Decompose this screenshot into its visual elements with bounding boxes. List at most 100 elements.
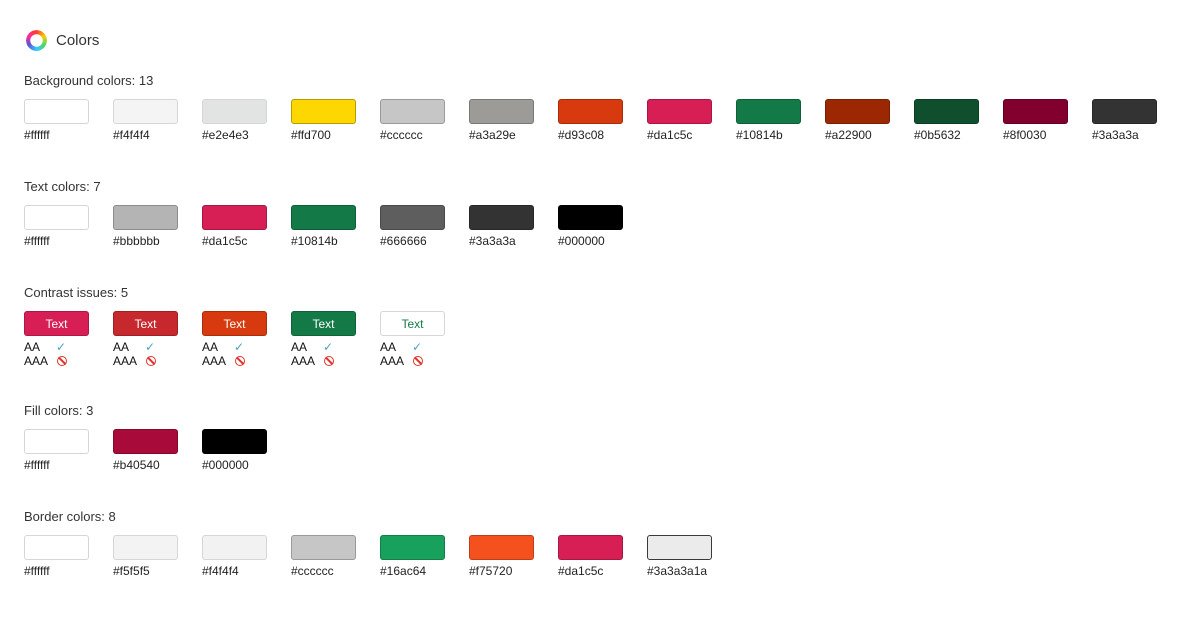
color-swatch[interactable] xyxy=(736,99,801,124)
page-header: Colors xyxy=(26,29,99,51)
color-swatch[interactable] xyxy=(291,205,356,230)
color-swatch[interactable] xyxy=(113,429,178,454)
contrast-sample[interactable]: Text xyxy=(380,311,445,336)
color-hex-label: #cccccc xyxy=(380,128,423,142)
color-swatch-item[interactable]: #e2e4e3 xyxy=(202,99,291,142)
color-swatch-item[interactable]: #3a3a3a xyxy=(469,205,558,248)
color-hex-label: #b40540 xyxy=(113,458,160,472)
color-swatch-item[interactable]: #da1c5c xyxy=(202,205,291,248)
rating-label: AAA xyxy=(291,354,316,368)
color-swatch[interactable] xyxy=(113,99,178,124)
rating-label: AAA xyxy=(380,354,405,368)
color-swatch-item[interactable]: #f4f4f4 xyxy=(113,99,202,142)
section-title: Contrast issues: 5 xyxy=(24,285,129,300)
color-swatch[interactable] xyxy=(24,429,89,454)
color-swatch-item[interactable]: #10814b xyxy=(736,99,825,142)
color-swatch[interactable] xyxy=(113,535,178,560)
color-swatch-item[interactable]: #cccccc xyxy=(380,99,469,142)
prohibited-icon xyxy=(413,356,423,366)
color-swatch[interactable] xyxy=(469,205,534,230)
color-swatch-item[interactable]: #10814b xyxy=(291,205,380,248)
color-hex-label: #f4f4f4 xyxy=(202,564,239,578)
color-hex-label: #d93c08 xyxy=(558,128,605,142)
color-swatch-item[interactable]: #ffffff xyxy=(24,535,113,578)
color-swatch[interactable] xyxy=(113,205,178,230)
rating-label: AA xyxy=(380,340,397,354)
color-swatch[interactable] xyxy=(24,205,89,230)
color-hex-label: #ffffff xyxy=(24,234,50,248)
contrast-sample[interactable]: Text xyxy=(113,311,178,336)
color-swatch[interactable] xyxy=(380,205,445,230)
aaa-rating: AAA xyxy=(380,354,469,368)
color-swatch-item[interactable]: #da1c5c xyxy=(558,535,647,578)
color-hex-label: #10814b xyxy=(291,234,338,248)
color-hex-label: #666666 xyxy=(380,234,427,248)
section-title: Text colors: 7 xyxy=(24,179,101,194)
color-swatch[interactable] xyxy=(469,99,534,124)
color-swatch-item[interactable]: #3a3a3a xyxy=(1092,99,1180,142)
contrast-sample[interactable]: Text xyxy=(202,311,267,336)
color-swatch[interactable] xyxy=(558,99,623,124)
color-swatch[interactable] xyxy=(380,535,445,560)
color-swatch[interactable] xyxy=(825,99,890,124)
color-swatch[interactable] xyxy=(202,429,267,454)
check-icon: ✓ xyxy=(412,340,423,354)
color-swatch[interactable] xyxy=(914,99,979,124)
color-swatch-item[interactable]: #ffffff xyxy=(24,205,113,248)
color-swatch[interactable] xyxy=(558,205,623,230)
rating-label: AAA xyxy=(113,354,138,368)
contrast-item[interactable]: Text AA ✓ AAA xyxy=(202,311,291,368)
color-swatch[interactable] xyxy=(291,99,356,124)
color-swatch-item[interactable]: #a22900 xyxy=(825,99,914,142)
color-swatch-item[interactable]: #f75720 xyxy=(469,535,558,578)
color-swatch[interactable] xyxy=(380,99,445,124)
aa-rating: AA ✓ xyxy=(24,340,113,354)
prohibited-icon xyxy=(324,356,334,366)
color-swatch-item[interactable]: #bbbbbb xyxy=(113,205,202,248)
color-swatch[interactable] xyxy=(647,535,712,560)
color-swatch-item[interactable]: #666666 xyxy=(380,205,469,248)
color-swatch[interactable] xyxy=(24,99,89,124)
color-swatch[interactable] xyxy=(202,535,267,560)
contrast-item[interactable]: Text AA ✓ AAA xyxy=(291,311,380,368)
color-swatch[interactable] xyxy=(469,535,534,560)
color-swatch-item[interactable]: #f4f4f4 xyxy=(202,535,291,578)
color-hex-label: #8f0030 xyxy=(1003,128,1047,142)
color-swatch[interactable] xyxy=(1092,99,1157,124)
color-swatch-item[interactable]: #f5f5f5 xyxy=(113,535,202,578)
color-swatch-item[interactable]: #16ac64 xyxy=(380,535,469,578)
color-swatch-item[interactable]: #ffffff xyxy=(24,429,113,472)
color-swatch-item[interactable]: #d93c08 xyxy=(558,99,647,142)
color-swatch-item[interactable]: #ffd700 xyxy=(291,99,380,142)
contrast-row: Text AA ✓ AAA Text AA ✓ AAA Text AA ✓ AAA Text AA ✓ AAA… xyxy=(24,311,469,368)
color-swatch-item[interactable]: #b40540 xyxy=(113,429,202,472)
contrast-item[interactable]: Text AA ✓ AAA xyxy=(24,311,113,368)
color-swatch-item[interactable]: #da1c5c xyxy=(647,99,736,142)
contrast-sample[interactable]: Text xyxy=(291,311,356,336)
color-swatch-item[interactable]: #ffffff xyxy=(24,99,113,142)
color-swatch-item[interactable]: #0b5632 xyxy=(914,99,1003,142)
aaa-rating: AAA xyxy=(202,354,291,368)
color-swatch[interactable] xyxy=(558,535,623,560)
color-swatch-item[interactable]: #a3a29e xyxy=(469,99,558,142)
color-hex-label: #e2e4e3 xyxy=(202,128,249,142)
color-swatch-item[interactable]: #3a3a3a1a xyxy=(647,535,736,578)
check-icon: ✓ xyxy=(323,340,334,354)
color-swatch[interactable] xyxy=(202,99,267,124)
aa-rating: AA ✓ xyxy=(113,340,202,354)
color-swatch-item[interactable]: #000000 xyxy=(202,429,291,472)
color-swatch-item[interactable]: #000000 xyxy=(558,205,647,248)
color-swatch[interactable] xyxy=(1003,99,1068,124)
color-swatch-item[interactable]: #8f0030 xyxy=(1003,99,1092,142)
color-swatch[interactable] xyxy=(291,535,356,560)
contrast-item[interactable]: Text AA ✓ AAA xyxy=(380,311,469,368)
color-swatch[interactable] xyxy=(24,535,89,560)
color-swatch-item[interactable]: #cccccc xyxy=(291,535,380,578)
color-hex-label: #ffffff xyxy=(24,458,50,472)
contrast-sample[interactable]: Text xyxy=(24,311,89,336)
page-title: Colors xyxy=(56,31,100,49)
color-swatch[interactable] xyxy=(647,99,712,124)
contrast-item[interactable]: Text AA ✓ AAA xyxy=(113,311,202,368)
section-title: Border colors: 8 xyxy=(24,509,116,524)
color-swatch[interactable] xyxy=(202,205,267,230)
